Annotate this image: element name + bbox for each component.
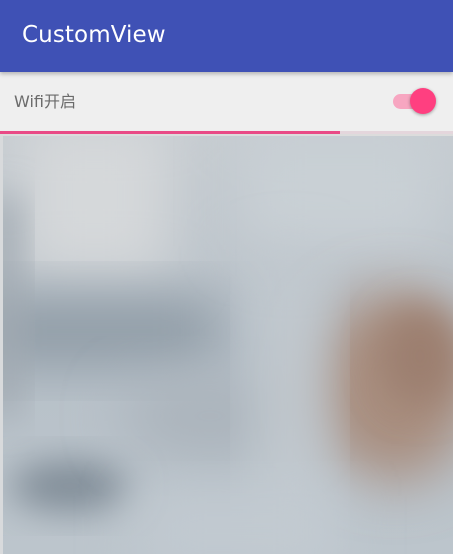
toolbar-title: CustomView <box>22 22 166 48</box>
wifi-label: Wifi开启 <box>14 92 76 111</box>
photo-blur-graphic <box>0 136 453 554</box>
wifi-toggle-switch[interactable] <box>393 87 437 115</box>
app-toolbar: CustomView <box>0 0 453 72</box>
photo-left-edge <box>0 136 3 554</box>
app-screen: CustomView Wifi开启 <box>0 0 453 554</box>
wifi-setting-row[interactable]: Wifi开启 <box>0 72 453 132</box>
switch-thumb <box>410 88 436 114</box>
blurred-photo-image <box>0 136 453 554</box>
divider <box>0 134 453 136</box>
